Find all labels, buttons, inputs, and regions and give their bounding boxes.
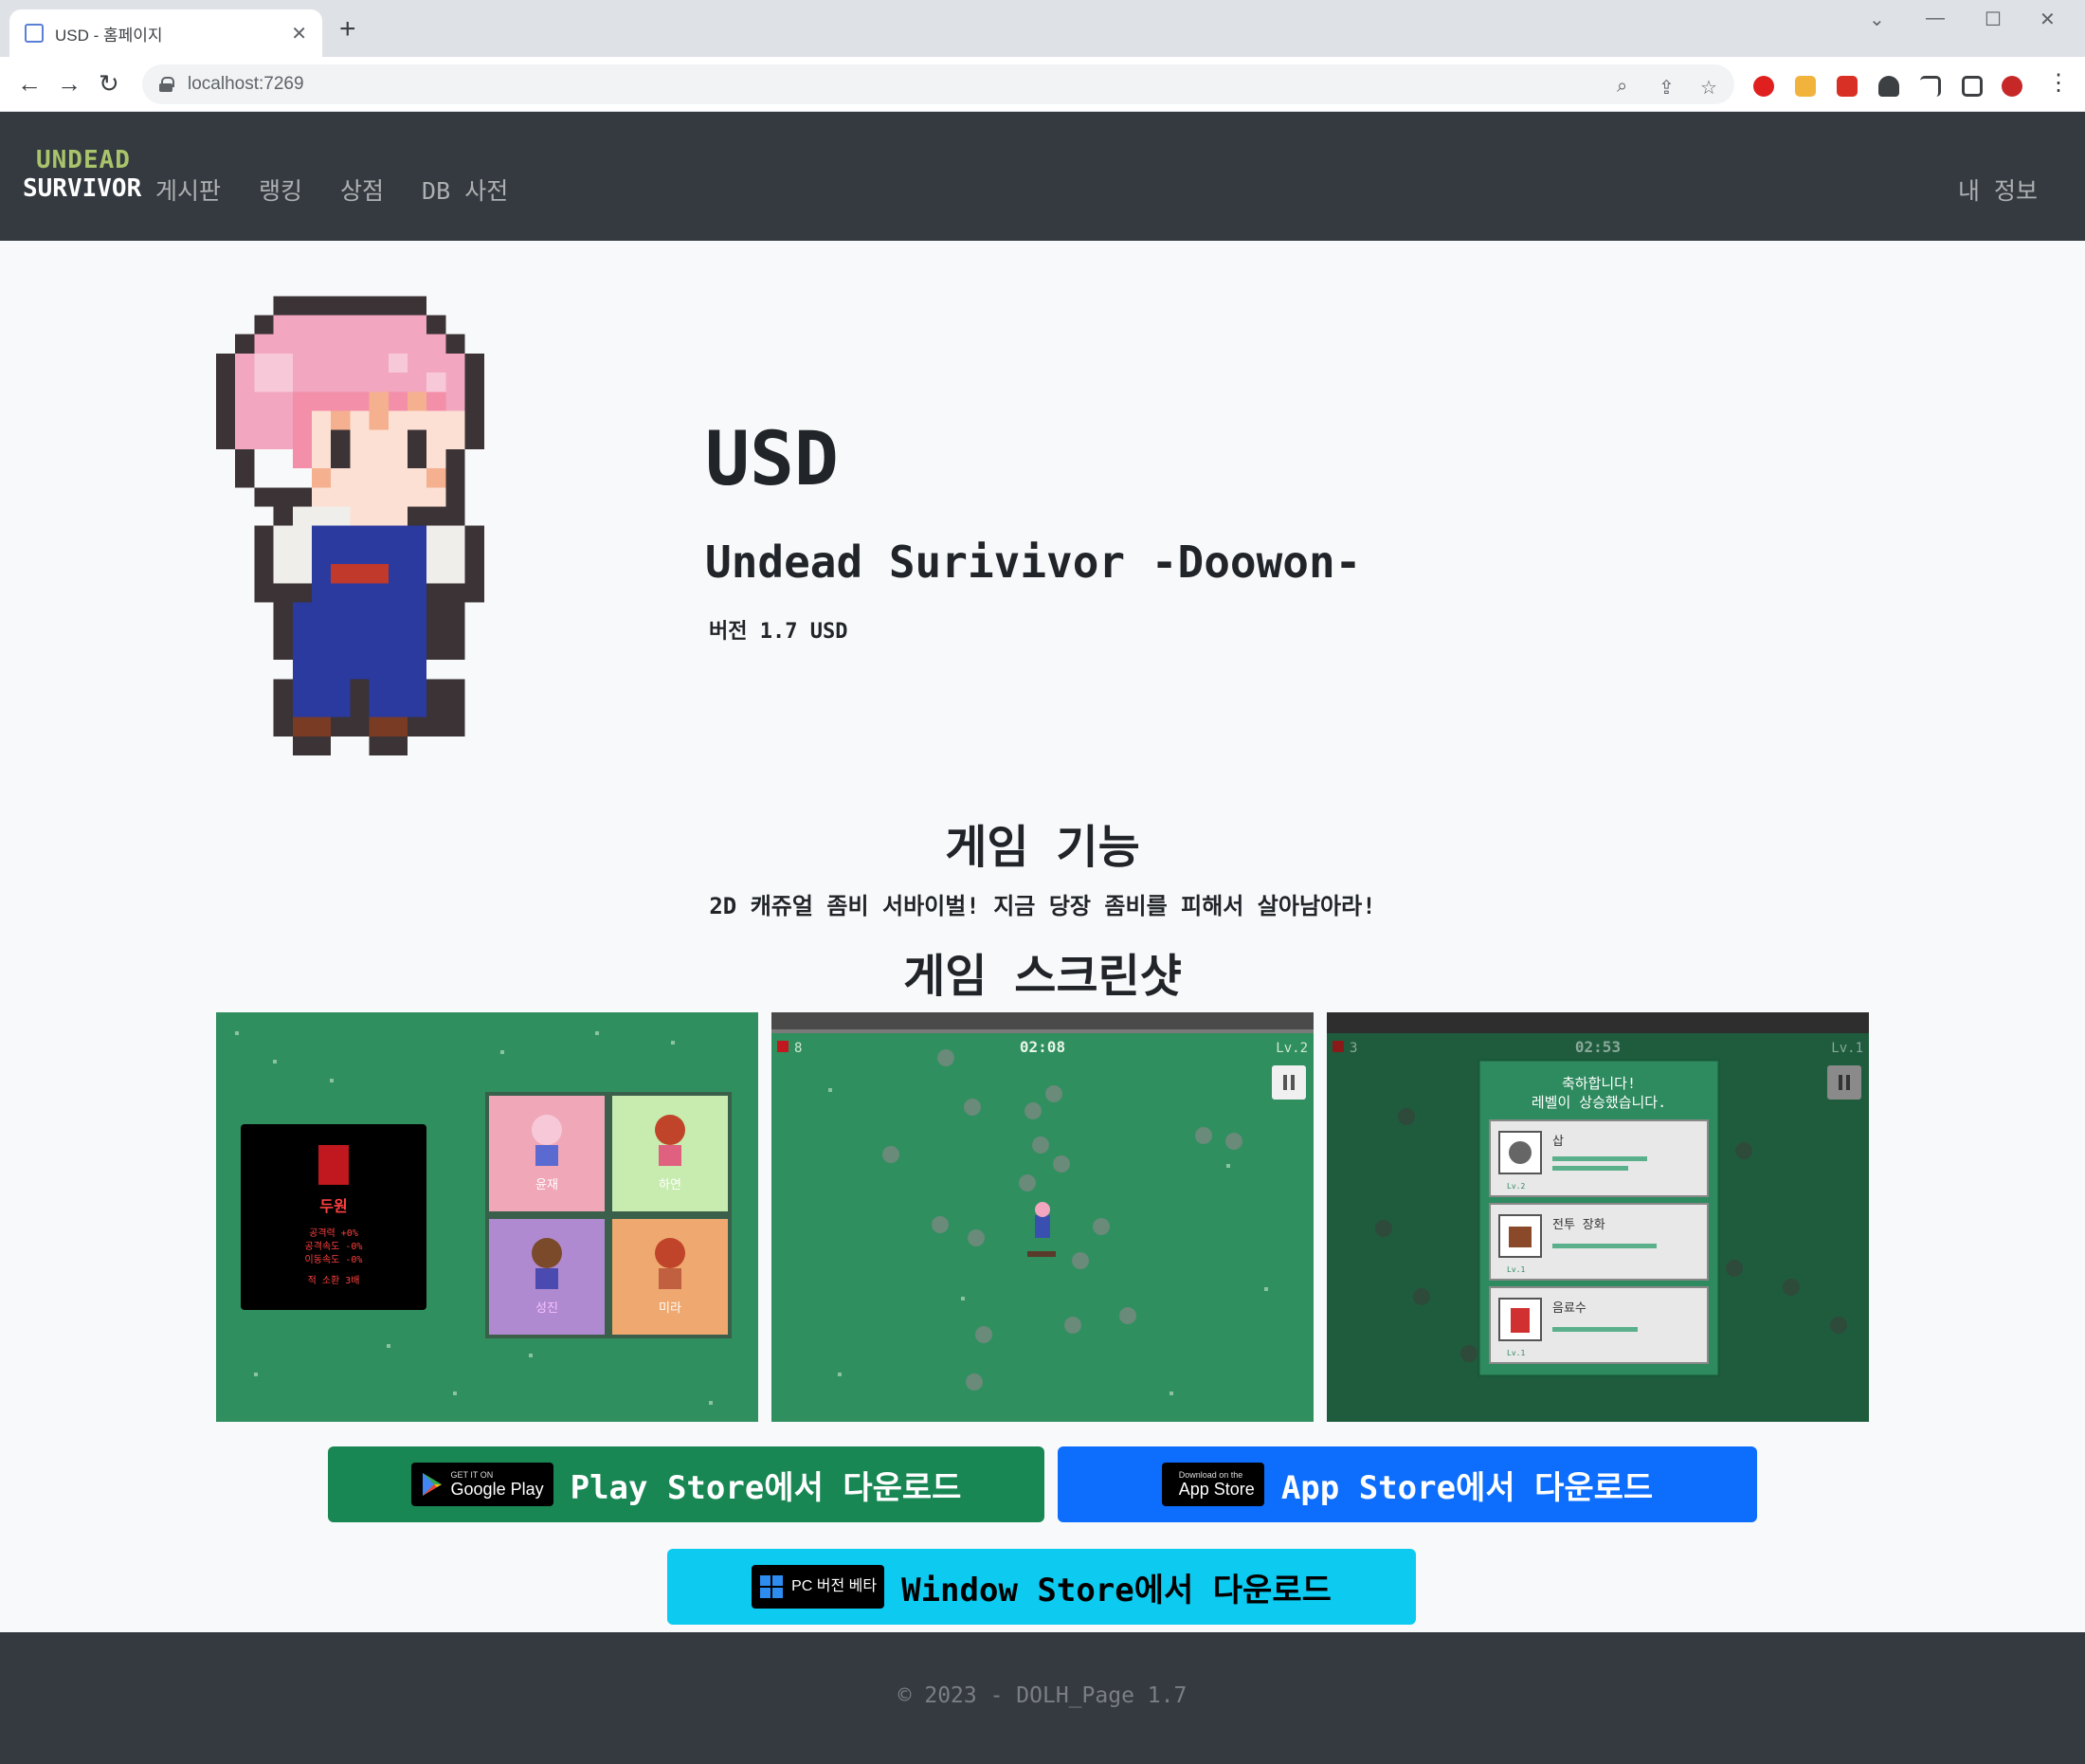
shot2-level: Lv.2 bbox=[1276, 1041, 1308, 1056]
new-tab-icon[interactable]: + bbox=[339, 15, 356, 44]
nav-link-ranking[interactable]: 랭킹 bbox=[259, 173, 302, 207]
shot3-item-name: 삽 bbox=[1552, 1135, 1564, 1149]
shot1-selected-name: 두원 bbox=[319, 1197, 347, 1215]
shot2-timer: 02:08 bbox=[1020, 1038, 1065, 1056]
side-panel-icon[interactable] bbox=[1962, 76, 1983, 97]
google-play-badge: GET IT ON Google Play bbox=[410, 1463, 553, 1506]
reload-icon[interactable]: ↻ bbox=[99, 66, 119, 100]
nav-link-db[interactable]: DB 사전 bbox=[422, 173, 508, 207]
pc-beta-badge: PC 버전 베타 bbox=[752, 1565, 885, 1609]
shot3-item-name: 음료수 bbox=[1552, 1301, 1586, 1316]
windows-icon bbox=[760, 1575, 784, 1598]
badge-big-text: PC 버전 베타 bbox=[791, 1578, 878, 1594]
tab-title: USD - 홈페이지 bbox=[55, 26, 163, 45]
badge-big-text: App Store bbox=[1178, 1480, 1255, 1499]
back-icon[interactable]: ← bbox=[17, 66, 42, 100]
address-bar[interactable]: localhost:7269 ⌕ ⇪ ☆ bbox=[142, 64, 1734, 104]
features-title: 게임 기능 bbox=[945, 821, 1140, 874]
shot1-stat: 공격력 +0% bbox=[309, 1227, 358, 1239]
badge-small-text: Download on the bbox=[1178, 1470, 1243, 1480]
shot3-kills: 3 bbox=[1350, 1041, 1357, 1056]
browser-tab[interactable]: USD - 홈페이지 ✕ bbox=[9, 9, 322, 57]
shot3-item-level: Lv.2 bbox=[1507, 1182, 1525, 1191]
nav-link-shop[interactable]: 상점 bbox=[340, 173, 384, 207]
badge-small-text: GET IT ON bbox=[450, 1470, 494, 1480]
game-version: 버전 1.7 USD bbox=[709, 620, 848, 644]
hero-character-image bbox=[216, 296, 484, 756]
logo-text-top: UNDEAD bbox=[36, 146, 131, 174]
screenshots-title: 게임 스크린샷 bbox=[903, 950, 1182, 1003]
extension-icon[interactable] bbox=[1795, 76, 1816, 97]
page-favicon-icon bbox=[25, 24, 44, 43]
zoom-icon[interactable]: ⌕ bbox=[1617, 76, 1627, 98]
shot1-extra: 적 소환 3배 bbox=[308, 1275, 360, 1286]
shot3-timer: 02:53 bbox=[1575, 1038, 1621, 1056]
share-icon[interactable]: ⇪ bbox=[1659, 76, 1675, 100]
close-icon[interactable]: ✕ bbox=[291, 22, 307, 45]
app-store-label: App Store에서 다운로드 bbox=[1280, 1468, 1654, 1507]
tab-search-icon[interactable]: ⌄ bbox=[1869, 8, 1885, 31]
window-store-label: Window Store에서 다운로드 bbox=[901, 1571, 1332, 1609]
site-logo[interactable]: UNDEAD SURVIVOR bbox=[23, 146, 142, 207]
browser-tab-bar: USD - 홈페이지 ✕ + ⌄ — ☐ ✕ bbox=[0, 0, 2085, 57]
game-subtitle: Undead Surivivor -Doowon- bbox=[705, 536, 1362, 588]
screenshot-character-select[interactable]: 두원 공격력 +0% 공격속도 -0% 이동속도 -0% 적 소환 3배 윤재 … bbox=[216, 1012, 758, 1422]
profile-avatar[interactable] bbox=[2002, 76, 2022, 97]
features-description: 2D 캐쥬얼 좀비 서바이벌! 지금 당장 좀비를 피해서 살아남아라! bbox=[709, 893, 1376, 919]
media-icon[interactable] bbox=[1920, 76, 1941, 97]
play-store-label: Play Store에서 다운로드 bbox=[570, 1468, 962, 1507]
window-store-download-button[interactable]: PC 버전 베타 Window Store에서 다운로드 bbox=[667, 1549, 1416, 1625]
browser-toolbar: ← → ↻ localhost:7269 ⌕ ⇪ ☆ ⋮ bbox=[0, 57, 2085, 112]
forward-icon[interactable]: → bbox=[57, 66, 82, 100]
shot3-popup-title: 축하합니다! bbox=[1562, 1075, 1636, 1092]
menu-icon[interactable]: ⋮ bbox=[2047, 66, 2070, 100]
footer-copyright: © 2023 - DOLH_Page 1.7 bbox=[897, 1683, 1188, 1708]
shot1-stat: 이동속도 -0% bbox=[305, 1254, 363, 1265]
nav-link-board[interactable]: 게시판 bbox=[155, 173, 221, 207]
extension-icon[interactable] bbox=[1837, 76, 1858, 97]
shot1-card-name: 성진 bbox=[535, 1301, 558, 1316]
game-title: USD bbox=[705, 417, 839, 502]
extensions-puzzle-icon[interactable] bbox=[1878, 76, 1899, 97]
screenshot-level-up[interactable]: 3 02:53 Lv.1 축하합니다! 레벨이 상승했습니다. 삽 전투 장화 … bbox=[1327, 1012, 1869, 1422]
maximize-icon[interactable]: ☐ bbox=[1985, 8, 2002, 31]
nav-links: 게시판 랭킹 상점 DB 사전 bbox=[155, 173, 508, 207]
shot3-popup-subtitle: 레벨이 상승했습니다. bbox=[1532, 1094, 1666, 1111]
shot1-card-name: 미라 bbox=[659, 1301, 681, 1316]
badge-big-text: Google Play bbox=[450, 1480, 544, 1499]
shot3-level: Lv.1 bbox=[1831, 1041, 1863, 1056]
logo-text-bottom: SURVIVOR bbox=[23, 174, 142, 203]
shot2-kills: 8 bbox=[794, 1041, 802, 1056]
window-close-icon[interactable]: ✕ bbox=[2040, 8, 2056, 31]
url-text: localhost:7269 bbox=[188, 74, 304, 94]
google-play-icon bbox=[422, 1473, 442, 1496]
site-navbar: UNDEAD SURVIVOR 게시판 랭킹 상점 DB 사전 내 정보 bbox=[0, 112, 2085, 241]
shot1-card-name: 윤재 bbox=[535, 1178, 558, 1192]
minimize-icon[interactable]: — bbox=[1926, 8, 1945, 29]
lock-icon[interactable] bbox=[159, 77, 174, 92]
shot3-item-level: Lv.1 bbox=[1507, 1265, 1525, 1274]
app-store-download-button[interactable]: Download on the App Store App Store에서 다운… bbox=[1058, 1446, 1757, 1522]
bookmark-star-icon[interactable]: ☆ bbox=[1700, 76, 1717, 100]
shot3-item-level: Lv.1 bbox=[1507, 1349, 1525, 1357]
opera-extension-icon[interactable] bbox=[1753, 76, 1774, 97]
play-store-download-button[interactable]: GET IT ON Google Play Play Store에서 다운로드 bbox=[328, 1446, 1044, 1522]
screenshot-gameplay[interactable]: 8 02:08 Lv.2 bbox=[771, 1012, 1314, 1422]
shot1-stat: 공격속도 -0% bbox=[305, 1240, 363, 1252]
site-footer: © 2023 - DOLH_Page 1.7 bbox=[0, 1632, 2085, 1764]
shot1-card-name: 하연 bbox=[659, 1178, 681, 1192]
shot3-item-name: 전투 장화 bbox=[1552, 1218, 1605, 1232]
nav-link-my-info[interactable]: 내 정보 bbox=[1958, 173, 2038, 207]
app-store-badge: Download on the App Store bbox=[1161, 1463, 1264, 1506]
